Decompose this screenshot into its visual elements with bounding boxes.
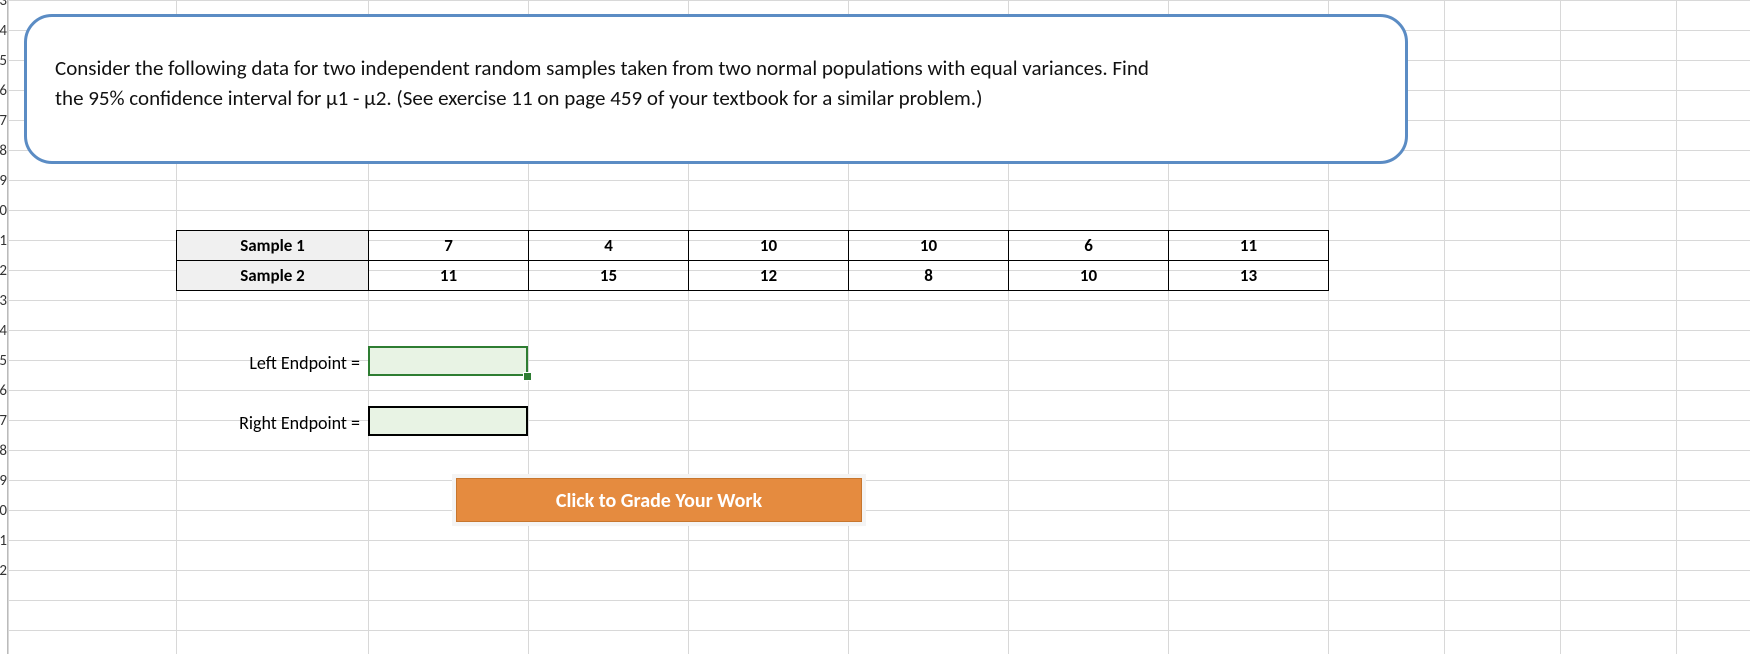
data-cell[interactable]: 13 — [1169, 261, 1329, 291]
right-endpoint-input[interactable] — [368, 406, 528, 436]
left-endpoint-label: Left Endpoint = — [176, 348, 368, 378]
data-cell[interactable]: 8 — [849, 261, 1009, 291]
fill-handle[interactable] — [523, 372, 532, 381]
row-header: 0 — [0, 196, 7, 226]
left-endpoint-input[interactable] — [368, 346, 528, 376]
row-header: 5 — [0, 346, 7, 376]
instruction-text-line2: the 95% confidence interval for μ1 - μ2.… — [55, 85, 982, 111]
row-header: 1 — [0, 226, 7, 256]
row-header: 5 — [0, 46, 7, 76]
row-header: 2 — [0, 556, 7, 586]
sample-data-table: Sample 1 7 4 10 10 6 11 Sample 2 11 15 1… — [176, 230, 1329, 291]
row-header: 0 — [0, 496, 7, 526]
row-header: 8 — [0, 136, 7, 166]
data-cell[interactable]: 6 — [1009, 231, 1169, 261]
row-header: 7 — [0, 406, 7, 436]
data-cell[interactable]: 4 — [529, 231, 689, 261]
row-header: 7 — [0, 106, 7, 136]
grade-button[interactable]: Click to Grade Your Work — [456, 478, 862, 522]
sample-label-cell[interactable]: Sample 2 — [177, 261, 369, 291]
row-header: 1 — [0, 526, 7, 556]
data-cell[interactable]: 10 — [689, 231, 849, 261]
data-cell[interactable]: 11 — [1169, 231, 1329, 261]
instruction-text-line1: Consider the following data for two inde… — [55, 55, 1149, 81]
row-header: 3 — [0, 286, 7, 316]
row-header: 6 — [0, 376, 7, 406]
data-cell[interactable]: 12 — [689, 261, 849, 291]
data-cell[interactable]: 15 — [529, 261, 689, 291]
grid-area[interactable]: Consider the following data for two inde… — [8, 0, 1750, 654]
row-header: 4 — [0, 316, 7, 346]
data-cell[interactable]: 10 — [1009, 261, 1169, 291]
row-header: 6 — [0, 76, 7, 106]
right-endpoint-label: Right Endpoint = — [176, 408, 368, 438]
data-cell[interactable]: 10 — [849, 231, 1009, 261]
sample-label-cell[interactable]: Sample 1 — [177, 231, 369, 261]
row-header: 8 — [0, 436, 7, 466]
row-header: 9 — [0, 466, 7, 496]
data-cell[interactable]: 11 — [369, 261, 529, 291]
row-header: 2 — [0, 256, 7, 286]
table-row: Sample 1 7 4 10 10 6 11 — [177, 231, 1329, 261]
row-headers: 3 4 5 6 7 8 9 0 1 2 3 4 5 6 7 8 9 0 1 2 — [0, 0, 8, 654]
row-header: 9 — [0, 166, 7, 196]
row-header: 3 — [0, 0, 7, 16]
data-cell[interactable]: 7 — [369, 231, 529, 261]
row-header: 4 — [0, 16, 7, 46]
instruction-callout: Consider the following data for two inde… — [24, 14, 1408, 164]
table-row: Sample 2 11 15 12 8 10 13 — [177, 261, 1329, 291]
spreadsheet: 3 4 5 6 7 8 9 0 1 2 3 4 5 6 7 8 9 0 1 2 — [0, 0, 1750, 654]
